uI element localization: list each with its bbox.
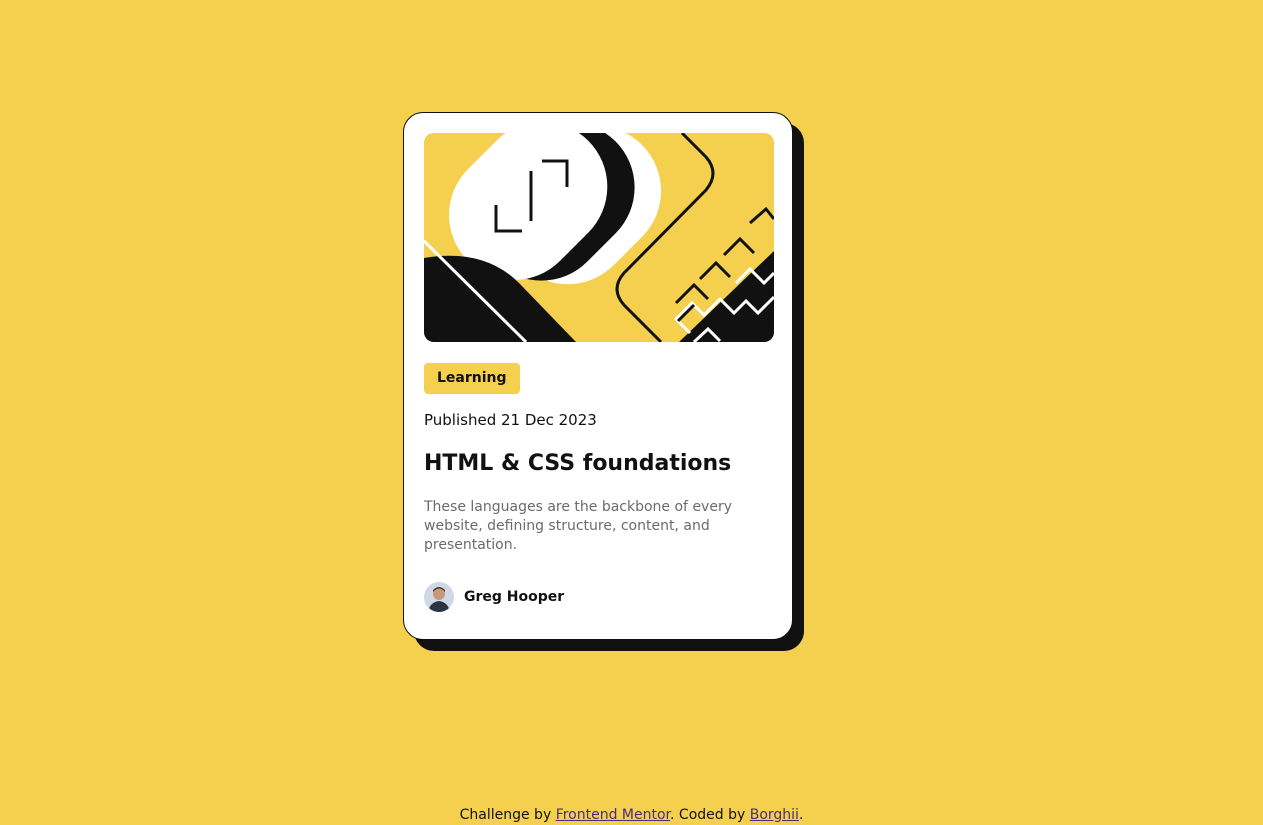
footer-prefix: Challenge by xyxy=(459,807,556,823)
card-illustration xyxy=(424,133,774,342)
frontend-mentor-link[interactable]: Frontend Mentor xyxy=(556,807,670,823)
author-profile-link[interactable]: Borghii xyxy=(750,807,799,823)
card-description: These languages are the backbone of ever… xyxy=(424,499,732,553)
attribution-footer: Challenge by Frontend Mentor. Coded by B… xyxy=(0,805,1263,825)
avatar xyxy=(424,582,454,612)
card-title[interactable]: HTML & CSS foundations xyxy=(424,449,731,479)
author-avatar-icon xyxy=(424,582,454,612)
author-block: Greg Hooper xyxy=(424,581,564,613)
illustration-icon xyxy=(424,133,774,342)
footer-middle: . Coded by xyxy=(670,807,750,823)
blog-preview-card: Learning Published 21 Dec 2023 HTML & CS… xyxy=(403,112,793,640)
published-date: Published 21 Dec 2023 xyxy=(424,411,597,429)
category-tag: Learning xyxy=(424,363,520,394)
author-name: Greg Hooper xyxy=(464,589,565,605)
footer-suffix: . xyxy=(798,807,804,823)
